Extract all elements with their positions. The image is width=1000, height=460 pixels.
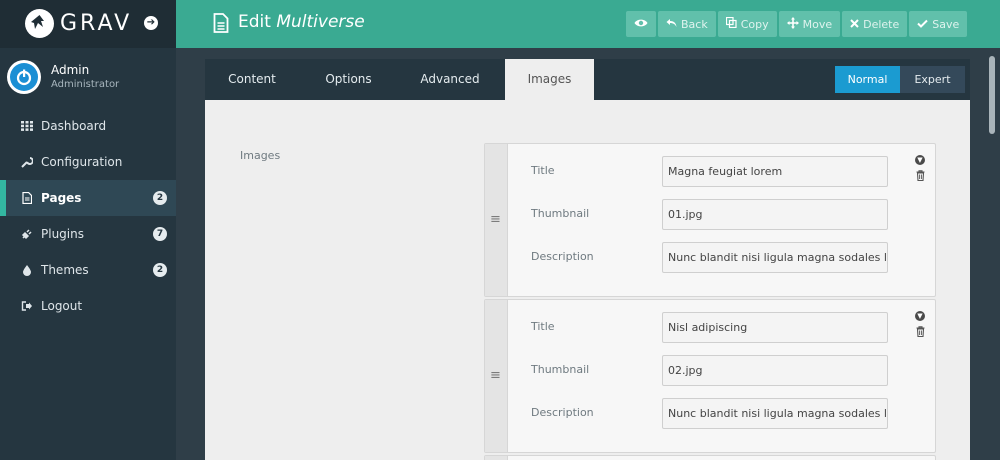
grav-logo-icon[interactable] [25,9,54,38]
delete-item-button[interactable] [913,326,927,340]
user-name: Admin [51,63,90,77]
drag-handle[interactable]: ≡ [485,144,508,296]
sidebar-nav: Dashboard Configuration Pages 2 Plugins … [0,108,176,324]
logo-bar: GRAV ➔ [0,0,176,48]
trash-icon [916,326,925,340]
drop-icon [20,263,34,277]
tab-content[interactable]: Content [205,59,299,100]
tab-advanced[interactable]: Advanced [398,59,502,100]
delete-button[interactable]: Delete [842,11,908,37]
page-title: Edit Multiverse [238,12,365,32]
move-arrows-icon [786,16,799,32]
pages-count-badge: 2 [153,191,167,205]
description-field[interactable]: Nunc blandit nisi ligula magna sodales l… [662,242,888,273]
sidebar-item-pages[interactable]: Pages 2 [0,180,176,216]
sidebar-item-logout[interactable]: Logout [0,288,176,324]
page-title-prefix: Edit [238,12,271,32]
save-label: Save [932,17,960,31]
avatar [7,60,41,94]
description-field[interactable]: Nunc blandit nisi ligula magna sodales l… [662,398,888,429]
thumbnail-label: Thumbnail [531,207,590,220]
tab-images[interactable]: Images [505,59,594,100]
title-label: Title [531,320,555,333]
open-site-icon[interactable]: ➔ [144,16,158,30]
user-profile[interactable]: Admin Administrator [0,56,176,100]
back-label: Back [681,17,708,31]
thumbnail-label: Thumbnail [531,363,590,376]
close-icon [850,18,859,31]
drag-handle-icon: ≡ [490,212,501,227]
trash-icon [916,170,925,184]
title-label: Title [531,164,555,177]
chevron-down-icon: ▼ [915,311,925,321]
drag-handle-icon: ≡ [490,368,501,383]
drag-handle[interactable] [485,456,508,460]
list-item: ≡ Title Magna feugiat lorem Thumbnail 01… [484,143,936,297]
description-label: Description [531,250,594,263]
images-tab-panel: Images ≡ Title Magna feugiat lorem Thumb… [205,100,970,460]
description-label: Description [531,406,594,419]
thumbnail-field[interactable]: 02.jpg [662,355,888,386]
check-icon [917,18,928,31]
sidebar-item-label: Pages [41,191,82,205]
wrench-icon [20,155,34,169]
sidebar-item-configuration[interactable]: Configuration [0,144,176,180]
user-role: Administrator [51,79,120,90]
list-item [484,455,936,460]
images-field-label: Images [240,149,281,162]
sidebar-item-label: Logout [41,299,83,313]
themes-count-badge: 2 [153,263,167,277]
delete-label: Delete [863,17,900,31]
eye-icon [634,18,648,31]
sidebar-item-label: Dashboard [41,119,107,133]
file-icon [213,13,229,37]
save-button[interactable]: Save [909,11,968,37]
page-header: Edit Multiverse Back Copy Move Delete Sa… [176,0,1000,48]
title-field[interactable]: Magna feugiat lorem [662,156,888,187]
grid-icon [20,119,34,133]
chevron-down-icon: ▼ [915,155,925,165]
sidebar-item-dashboard[interactable]: Dashboard [0,108,176,144]
move-label: Move [802,17,833,31]
sidebar-item-label: Configuration [41,155,123,169]
plugins-count-badge: 7 [153,227,167,241]
sidebar: GRAV ➔ Admin Administrator Dashboard Con… [0,0,176,460]
sidebar-item-plugins[interactable]: Plugins 7 [0,216,176,252]
sidebar-item-themes[interactable]: Themes 2 [0,252,176,288]
title-field[interactable]: Nisl adipiscing [662,312,888,343]
page-scrollbar[interactable] [989,56,995,134]
sidebar-item-label: Themes [41,263,89,277]
plug-icon [20,227,34,241]
tab-bar: Content Options Advanced Images Normal E… [205,59,970,100]
preview-button[interactable] [626,11,656,37]
tab-options[interactable]: Options [299,59,398,100]
page-title-name: Multiverse [276,12,365,32]
collapse-item-button[interactable]: ▼ [913,308,927,321]
mode-expert-button[interactable]: Expert [900,66,965,93]
logo-text[interactable]: GRAV [60,11,132,36]
drag-handle[interactable]: ≡ [485,300,508,452]
mode-normal-button[interactable]: Normal [835,66,900,93]
back-arrow-icon [666,18,677,31]
delete-item-button[interactable] [913,170,927,184]
page-actions: Back Copy Move Delete Save [626,11,968,37]
collapse-item-button[interactable]: ▼ [913,152,927,165]
thumbnail-field[interactable]: 01.jpg [662,199,888,230]
copy-button[interactable]: Copy [717,11,777,37]
copy-label: Copy [740,17,769,31]
list-item: ≡ Title Nisl adipiscing Thumbnail 02.jpg… [484,299,936,453]
copy-icon [725,16,737,31]
move-button[interactable]: Move [778,11,841,37]
file-icon [20,191,34,205]
sidebar-item-label: Plugins [41,227,84,241]
logout-icon [20,299,34,313]
back-button[interactable]: Back [658,11,716,37]
main-area: Content Options Advanced Images Normal E… [176,48,1000,460]
